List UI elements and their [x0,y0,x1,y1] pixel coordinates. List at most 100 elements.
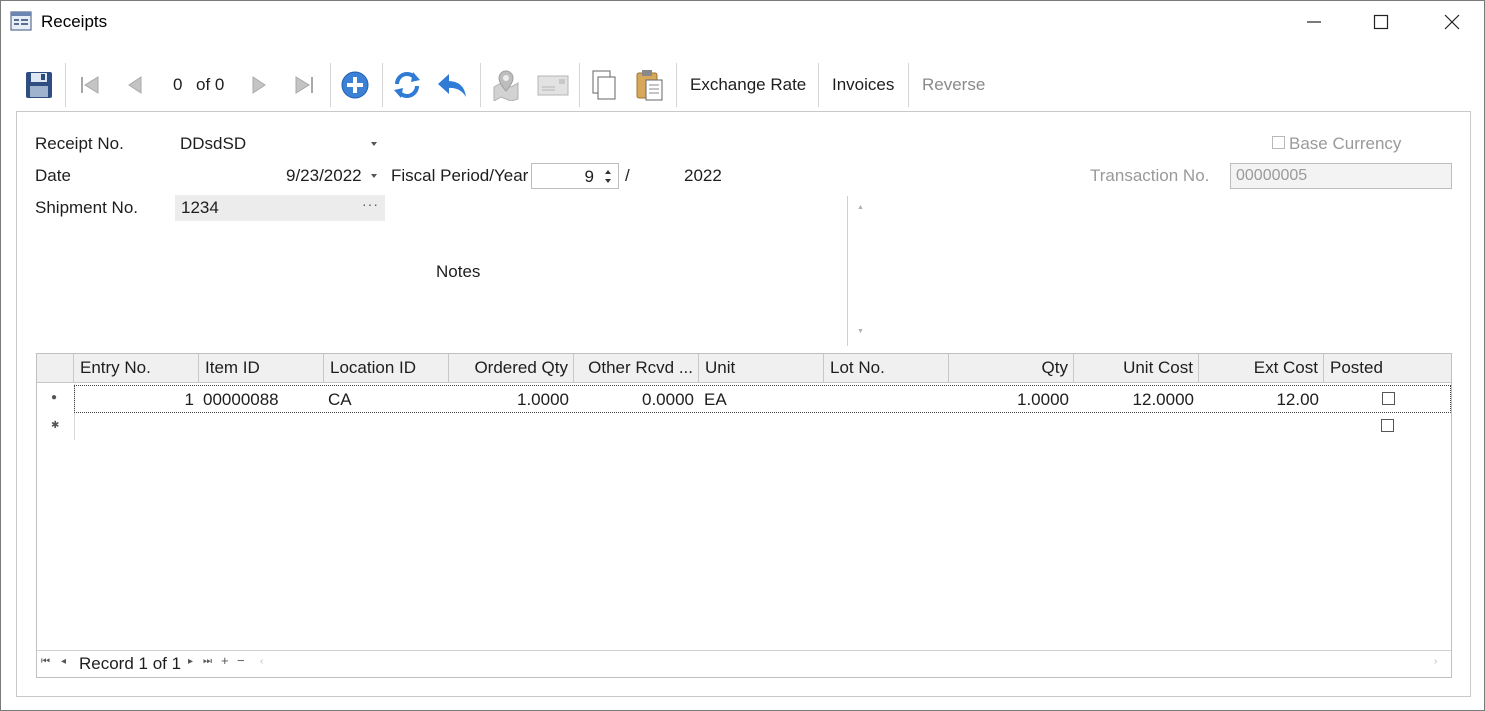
minimize-icon [1307,21,1321,23]
cell-item-id[interactable]: 00000088 [203,390,279,410]
paste-icon [636,70,663,101]
spin-down-icon[interactable] [605,179,611,183]
nav-add-icon[interactable]: + [221,653,229,668]
column-header-unit-cost[interactable]: Unit Cost [1074,354,1199,383]
cell-entry-no[interactable]: 1 [75,390,194,410]
previous-record-button[interactable] [115,65,155,105]
notes-divider [847,196,848,346]
reverse-button[interactable]: Reverse [922,75,985,95]
grid-header: Entry No. Item ID Location ID Ordered Qt… [37,354,1451,383]
title-bar: Receipts [1,1,1484,43]
shipment-no-label: Shipment No. [35,198,138,217]
column-header-posted[interactable]: Posted [1324,354,1451,383]
map-icon [493,70,519,101]
cell-other-rcvd[interactable]: 0.0000 [575,390,694,410]
cell-ext-cost[interactable]: 12.00 [1200,390,1319,410]
fiscal-separator: / [625,166,630,185]
mail-button[interactable] [533,65,573,105]
hscroll-track[interactable] [250,650,1450,651]
new-row-posted-checkbox[interactable] [1381,419,1394,432]
transaction-no-field: 00000005 [1230,163,1452,189]
column-header-ext-cost[interactable]: Ext Cost [1199,354,1324,383]
column-header-item-id[interactable]: Item ID [199,354,324,383]
save-button[interactable] [19,65,59,105]
date-dropdown-icon[interactable] [371,174,377,178]
spin-up-icon[interactable] [605,170,611,174]
refresh-button[interactable] [387,65,427,105]
fiscal-period-spinner[interactable]: 9 [531,163,619,189]
current-row-indicator-icon: ● [51,392,58,403]
previous-record-icon [128,76,142,94]
date-label: Date [35,166,71,185]
shipment-no-value: 1234 [181,198,219,217]
column-header-unit[interactable]: Unit [699,354,824,383]
form-icon [10,11,32,31]
fiscal-period-label: Fiscal Period/Year [391,166,529,185]
close-button[interactable] [1429,1,1475,43]
nav-remove-icon[interactable]: − [237,653,245,668]
notes-label: Notes [436,262,481,281]
copy-icon [592,70,616,100]
table-row[interactable]: 1 00000088 CA 1.0000 0.0000 EA 1.0000 12… [74,385,1451,413]
record-total: of 0 [196,75,225,94]
grid-navigator: ⏮ ◂ Record 1 of 1 ▸ ⏭ + − ‹ › [37,650,1451,677]
column-header-qty[interactable]: Qty [949,354,1074,383]
column-header-location-id[interactable]: Location ID [324,354,449,383]
refresh-icon [394,72,420,98]
save-icon [26,72,52,98]
receipt-no-field[interactable]: DDsdSD [180,134,246,154]
toolbar: 0 of 0 Exchange Rate Invoices Reverse [16,61,1471,109]
row-indicator-header [37,354,74,383]
cell-location-id[interactable]: CA [328,390,352,410]
map-button[interactable] [486,65,526,105]
copy-button[interactable] [584,65,624,105]
first-record-button[interactable] [70,65,110,105]
paste-button[interactable] [630,65,670,105]
scroll-up-icon[interactable]: ▲ [857,204,864,211]
exchange-rate-button[interactable]: Exchange Rate [690,75,806,95]
minimize-button[interactable] [1291,1,1337,43]
column-header-ordered-qty[interactable]: Ordered Qty [449,354,574,383]
nav-first-icon[interactable]: ⏮ [41,656,50,667]
base-currency-checkbox[interactable] [1272,136,1285,149]
column-header-entry-no[interactable]: Entry No. [74,354,199,383]
transaction-no-label: Transaction No. [1090,166,1210,185]
nav-last-icon[interactable]: ⏭ [203,656,212,667]
cell-ordered-qty[interactable]: 1.0000 [450,390,569,410]
undo-button[interactable] [433,65,473,105]
new-row[interactable] [74,413,1451,441]
last-record-button[interactable] [284,65,324,105]
mail-icon [537,75,569,96]
cell-unit[interactable]: EA [704,390,727,410]
invoices-button[interactable]: Invoices [832,75,894,95]
nav-prev-icon[interactable]: ◂ [61,656,66,667]
fiscal-period-value: 9 [584,167,594,186]
undo-icon [438,74,466,97]
cell-qty[interactable]: 1.0000 [950,390,1069,410]
transaction-no-value: 00000005 [1236,167,1308,184]
date-field[interactable]: 9/23/2022 [286,166,362,186]
add-button[interactable] [335,65,375,105]
receipt-lines-grid: Entry No. Item ID Location ID Ordered Qt… [36,353,1452,678]
window-title: Receipts [41,12,108,31]
next-record-icon [252,76,266,94]
cell-unit-cost[interactable]: 12.0000 [1075,390,1194,410]
nav-next-icon[interactable]: ▸ [188,656,193,667]
fiscal-year: 2022 [684,166,722,185]
column-header-other-rcvd[interactable]: Other Rcvd ... [574,354,699,383]
receipt-form: Receipt No. DDsdSD Base Currency Date 9/… [16,111,1471,697]
maximize-button[interactable] [1358,1,1404,43]
next-record-button[interactable] [239,65,279,105]
receipt-no-label: Receipt No. [35,134,124,153]
base-currency-label: Base Currency [1289,134,1402,153]
hscroll-left-icon[interactable]: ‹ [260,656,263,667]
scroll-down-icon[interactable]: ▼ [857,328,864,335]
ellipsis-icon[interactable]: ··· [362,196,379,212]
shipment-no-field[interactable]: 1234 ··· [175,195,385,221]
receipt-no-dropdown-icon[interactable] [371,142,377,146]
hscroll-right-icon[interactable]: › [1434,656,1437,667]
posted-checkbox[interactable] [1382,392,1395,405]
record-position: 0 [173,75,183,94]
column-header-lot-no[interactable]: Lot No. [824,354,949,383]
close-icon [1444,14,1460,30]
